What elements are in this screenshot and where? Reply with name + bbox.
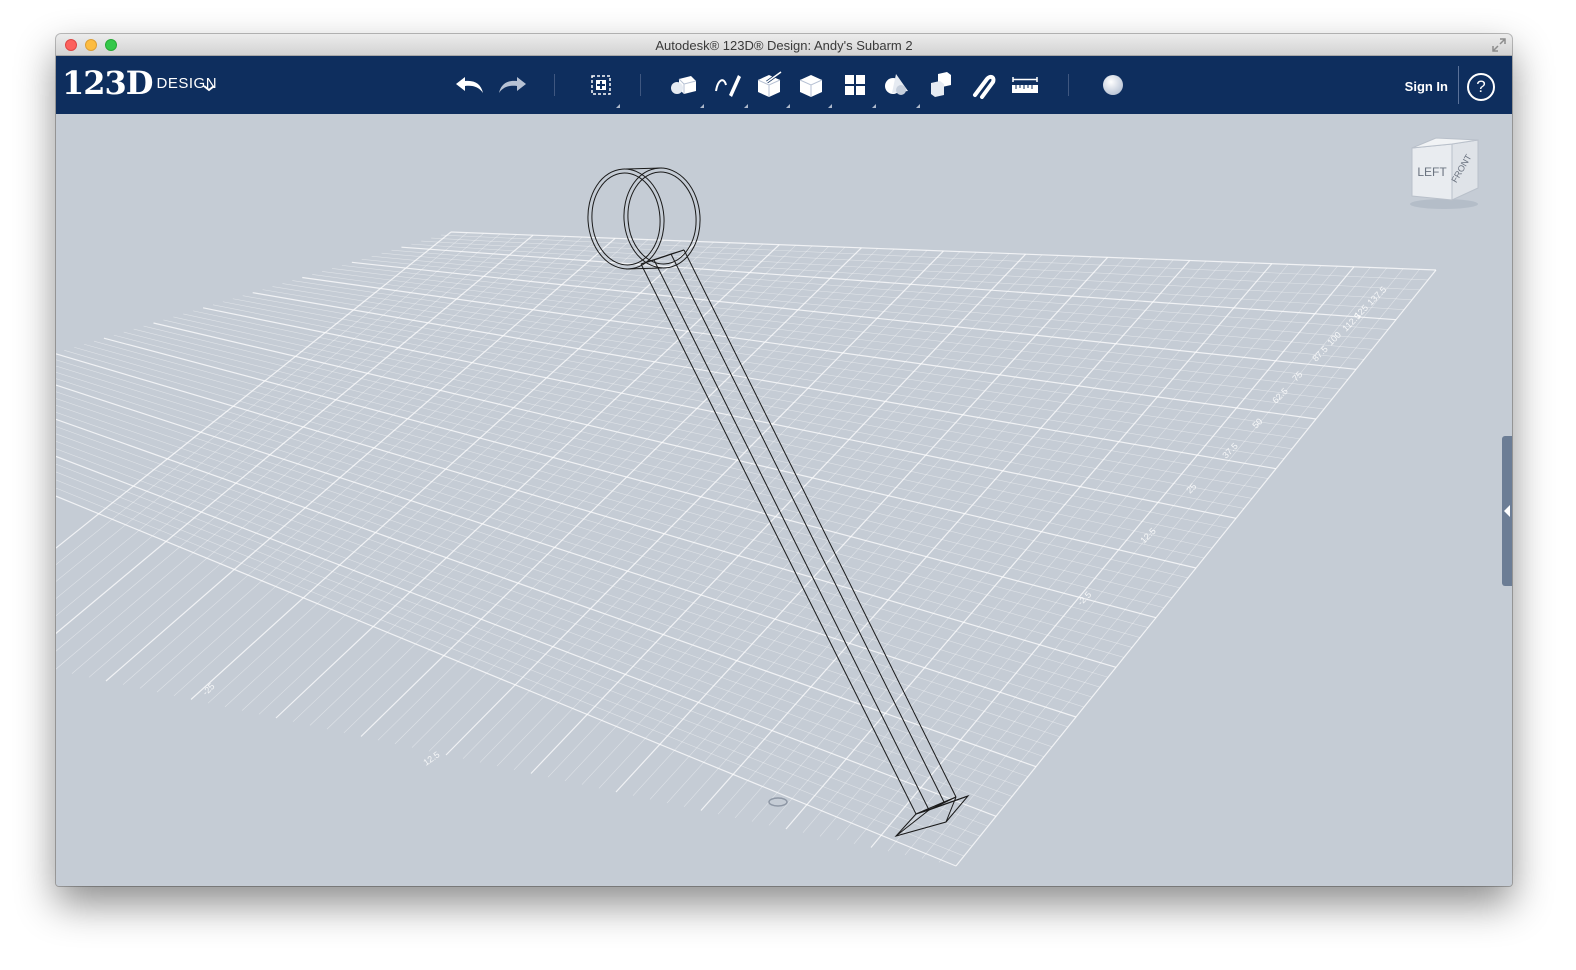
grid-label: 75: [1290, 369, 1304, 383]
grid-line: [441, 234, 1429, 281]
grid-line: [258, 243, 764, 715]
redo-icon[interactable]: [496, 68, 530, 102]
grid-line: [411, 243, 1405, 311]
grid-line: [530, 253, 1027, 774]
construct-icon[interactable]: [752, 68, 786, 102]
grid-line: [870, 266, 1355, 848]
grid-line: [615, 256, 1109, 793]
measure-icon[interactable]: [1008, 68, 1042, 102]
grid-line: [139, 239, 649, 689]
grid-line: [224, 242, 731, 708]
grid-label: 37.5: [1220, 441, 1239, 460]
grid-line: [649, 258, 1141, 800]
logo-text: 123D: [62, 64, 154, 102]
grid-line: [122, 238, 632, 685]
grid-line: [56, 232, 468, 565]
grid-line: [272, 286, 1293, 450]
grid-line: [56, 487, 965, 857]
app-logo[interactable]: 123D DESIGN: [62, 64, 217, 102]
grid-line: [282, 283, 1301, 440]
grid-line: [56, 433, 1021, 787]
grid-line: [343, 246, 846, 734]
3d-viewport[interactable]: -25 12.5 -2.5 12.5 25 37.5 50 62.5 75 87.5 100 112.…: [56, 114, 1512, 886]
grid-line: [341, 265, 1349, 380]
grid-line: [785, 263, 1273, 830]
grid-line: [262, 289, 1285, 460]
grid-label: 100: [1325, 330, 1343, 348]
grid-line: [547, 254, 1043, 778]
viewcube-left-label: LEFT: [1417, 165, 1447, 179]
grid-line: [394, 248, 895, 745]
grid-line: [428, 250, 928, 752]
view-cube[interactable]: LEFT FRONT: [1406, 134, 1486, 214]
grid-line: [56, 235, 550, 652]
grid-line: [56, 463, 989, 827]
transform-icon[interactable]: [584, 68, 618, 102]
grid-label: 12.5: [421, 749, 441, 767]
pattern-icon[interactable]: [838, 68, 872, 102]
app-menu-chevron-icon[interactable]: [202, 80, 216, 92]
main-toolbar: 123D DESIGN Sign In ?: [56, 56, 1512, 114]
grid-labels: -2512.5-2.512.52537.55062.57587.5100112.…: [200, 284, 1388, 767]
grid-line: [56, 371, 1093, 698]
undo-icon[interactable]: [452, 68, 486, 102]
grid-line: [598, 256, 1092, 789]
grouping-icon[interactable]: [880, 68, 914, 102]
grid-label: 25: [1184, 481, 1198, 495]
grid-line: [241, 243, 747, 711]
grid-line: [93, 340, 1149, 628]
material-icon[interactable]: [1096, 68, 1130, 102]
grid-line: [173, 240, 682, 697]
fullscreen-icon[interactable]: [1492, 38, 1506, 52]
grid-line: [193, 310, 1229, 529]
title-bar: Autodesk® 123D® Design: Andy's Subarm 2: [56, 34, 1512, 56]
grid-label: 62.5: [1270, 386, 1289, 405]
snap-icon[interactable]: [966, 68, 1000, 102]
grid-label: 87.5: [1310, 344, 1329, 363]
grid-label: -25: [200, 681, 216, 697]
grid-and-model[interactable]: -2512.5-2.512.52537.55062.57587.5100112.…: [56, 114, 1512, 886]
primitives-icon[interactable]: [666, 68, 700, 102]
app-window: Autodesk® 123D® Design: Andy's Subarm 2 …: [56, 34, 1512, 886]
grid-line: [56, 353, 1117, 668]
grid-label: 50: [1250, 416, 1264, 430]
modify-icon[interactable]: [794, 68, 828, 102]
grid-line: [133, 328, 1181, 589]
window-title: Autodesk® 123D® Design: Andy's Subarm 2: [655, 38, 913, 53]
sign-in-link[interactable]: Sign In: [1405, 79, 1448, 94]
grid-line: [56, 236, 567, 670]
grid-line: [56, 471, 981, 837]
collapse-arrow-icon: [1504, 505, 1510, 517]
grid-line: [84, 343, 1141, 638]
grid-line: [445, 250, 944, 756]
grid-line: [74, 346, 1133, 648]
grid-line: [163, 319, 1205, 559]
ground-grid: [56, 231, 1437, 867]
help-button[interactable]: ?: [1467, 73, 1495, 101]
grid-label: 12.5: [1138, 526, 1157, 545]
grid-label: -2.5: [1075, 589, 1093, 607]
grid-line: [819, 264, 1305, 837]
side-panel-toggle[interactable]: [1502, 436, 1512, 586]
origin-marker: [768, 797, 788, 807]
grid-line: [232, 298, 1261, 489]
combine-icon[interactable]: [924, 68, 958, 102]
grid-line: [887, 267, 1371, 852]
grid-line: [450, 231, 1437, 271]
grid-line: [64, 350, 1125, 658]
grid-line: [56, 365, 1101, 688]
grid-line: [361, 259, 1365, 360]
sketch-icon[interactable]: [710, 68, 744, 102]
grid-line: [853, 266, 1338, 844]
grid-line: [836, 265, 1322, 841]
